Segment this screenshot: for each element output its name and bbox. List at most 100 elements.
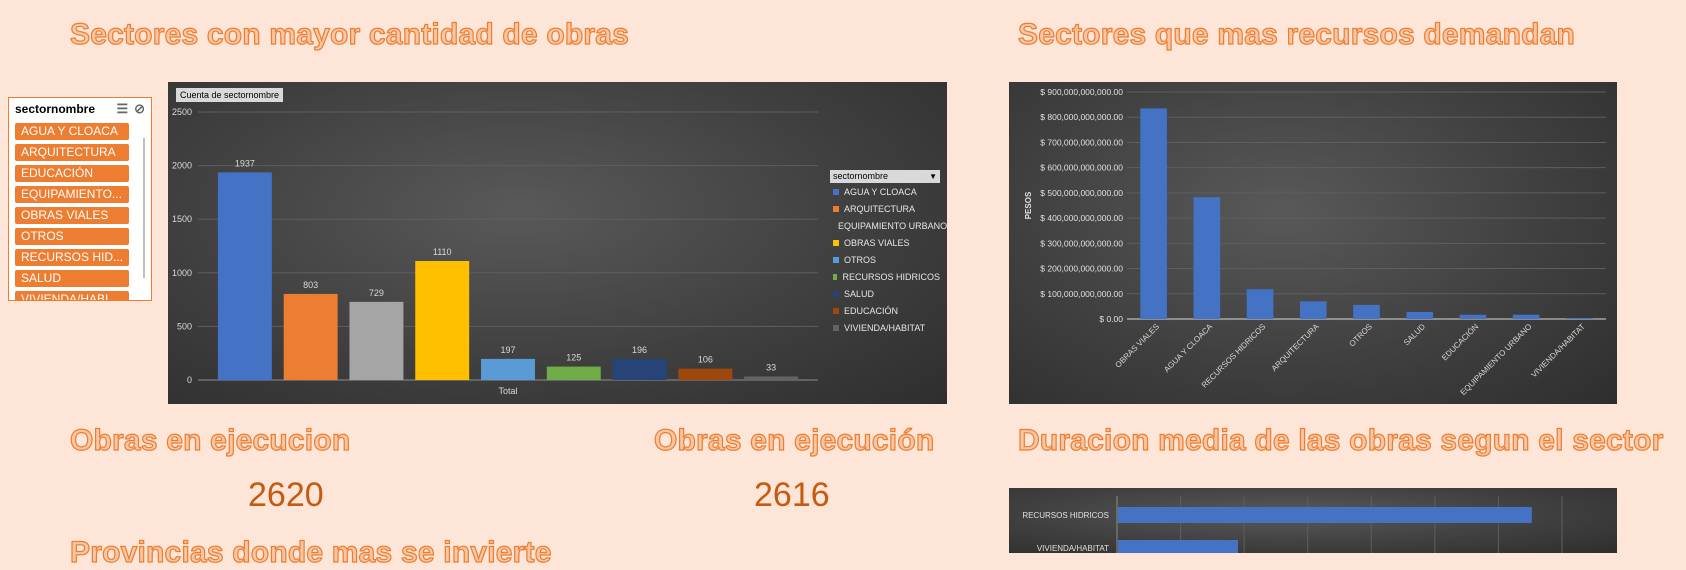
legend-filter-button[interactable]: sectornombre ▼ <box>830 170 940 183</box>
legend-item: VIVIENDA/HABITAT <box>830 319 940 336</box>
category-label: AGUA Y CLOACA <box>1162 322 1215 375</box>
slicer-item[interactable]: EQUIPAMIENTO... <box>15 186 129 203</box>
legend-item: RECURSOS HIDRICOS <box>830 268 940 285</box>
y-tick-label: $ 200,000,000,000.00 <box>1040 264 1123 274</box>
bar <box>1246 289 1274 319</box>
y-tick-label: $ 100,000,000,000.00 <box>1040 289 1123 299</box>
category-label: RECURSOS HIDRICOS <box>1022 511 1109 520</box>
bar <box>283 293 338 380</box>
y-axis-label: PESOS <box>1024 191 1033 219</box>
y-tick-label: $ 400,000,000,000.00 <box>1040 213 1123 223</box>
slicer-header: sectornombre ☰ ⊘ <box>9 98 151 120</box>
legend-item: OTROS <box>830 251 940 268</box>
y-tick-label: 2000 <box>172 161 192 171</box>
bar <box>1140 108 1167 319</box>
slicer-item[interactable]: OBRAS VIALES <box>15 207 129 224</box>
data-label: 1937 <box>235 158 255 168</box>
legend-item: AGUA Y CLOACA <box>830 183 940 200</box>
chart-sector-count[interactable]: Cuenta de sectornombre 0 500 1000 1500 2000 2… <box>168 82 947 404</box>
slicer-item[interactable]: ARQUITECTURA <box>15 144 129 161</box>
legend-swatch <box>833 188 839 195</box>
y-tick-label: $ 600,000,000,000.00 <box>1040 163 1123 173</box>
bar <box>744 376 799 380</box>
legend-label: OBRAS VIALES <box>844 237 910 248</box>
legend-label: AGUA Y CLOACA <box>844 186 917 197</box>
slicer-item[interactable]: OTROS <box>15 228 129 245</box>
data-label: 1110 <box>433 247 452 257</box>
chart-duration[interactable]: RECURSOS HIDRICOS VIVIENDA/HABITAT <box>1009 488 1617 553</box>
y-tick-label: $ 700,000,000,000.00 <box>1040 137 1123 147</box>
slicer-item[interactable]: RECURSOS HID... <box>15 249 129 266</box>
data-label: 197 <box>500 345 515 355</box>
slicer-scrollbar[interactable] <box>143 138 145 278</box>
slicer-item[interactable]: AGUA Y CLOACA <box>15 123 129 140</box>
data-label: 803 <box>303 280 318 290</box>
title-provincias: Provincias donde mas se invierte <box>69 535 552 569</box>
title-ejecucion-2: Obras en ejecución <box>653 423 935 457</box>
legend-swatch <box>833 205 839 212</box>
legend-label: EDUCACIÓN <box>844 305 899 316</box>
y-tick-label: $ 800,000,000,000.00 <box>1040 112 1123 122</box>
category-label: ARQUITECTURA <box>1270 322 1321 373</box>
bar <box>678 368 733 380</box>
legend-swatch <box>833 273 838 280</box>
chart-sector-resources-svg: $ 0.00 $ 100,000,000,000.00 $ 200,000,000,… <box>1024 87 1606 397</box>
bar <box>349 301 404 380</box>
title-sector-recursos: Sectores que mas recursos demandan <box>1017 17 1576 51</box>
bar <box>1353 304 1380 319</box>
y-tick-label: 1000 <box>172 268 192 278</box>
category-label: VIVIENDA/HABITAT <box>1529 322 1586 379</box>
legend-swatch <box>833 324 839 331</box>
legend-label: SALUD <box>844 288 875 299</box>
legend-title: sectornombre <box>833 171 889 181</box>
title-sector-obras: Sectores con mayor cantidad de obras <box>69 17 630 51</box>
y-tick-label: 2500 <box>172 107 192 117</box>
sector-slicer[interactable]: sectornombre ☰ ⊘ AGUA Y CLOACA ARQUITECTU… <box>8 97 152 301</box>
legend-label: RECURSOS HIDRICOS <box>842 271 940 282</box>
bar <box>1459 314 1487 319</box>
clear-filter-icon[interactable]: ⊘ <box>134 101 145 117</box>
x-axis-label: Total <box>498 386 517 396</box>
y-tick-label: 1500 <box>172 214 192 224</box>
bar <box>546 366 601 380</box>
category-label: OBRAS VIALES <box>1113 322 1161 370</box>
bar <box>415 261 470 380</box>
bar <box>1406 311 1434 319</box>
dropdown-icon[interactable]: ▼ <box>929 170 937 183</box>
legend-item: OBRAS VIALES <box>830 234 940 251</box>
chart-legend: sectornombre ▼ AGUA Y CLOACA ARQUITECTURA… <box>830 170 947 336</box>
bar <box>612 358 667 380</box>
legend-label: EQUIPAMIENTO URBANO <box>838 220 947 231</box>
y-tick-label: $ 300,000,000,000.00 <box>1040 238 1123 248</box>
bar <box>1512 314 1540 319</box>
category-label: OTROS <box>1347 322 1373 348</box>
y-tick-label: $ 500,000,000,000.00 <box>1040 188 1123 198</box>
slicer-item[interactable]: EDUCACIÓN <box>15 165 129 182</box>
data-label: 33 <box>766 362 776 372</box>
chart-sector-resources[interactable]: $ 0.00 $ 100,000,000,000.00 $ 200,000,000,… <box>1009 82 1617 404</box>
y-tick-label: 500 <box>177 321 192 331</box>
multi-select-icon[interactable]: ☰ <box>116 101 128 117</box>
data-label: 125 <box>566 353 581 363</box>
title-duracion: Duracion media de las obras segun el sec… <box>1017 423 1664 457</box>
legend-swatch <box>833 256 839 263</box>
data-label: 106 <box>698 355 713 365</box>
bar <box>481 358 535 380</box>
legend-swatch <box>833 307 839 314</box>
slicer-item[interactable]: VIVIENDA/HABI... <box>15 291 129 300</box>
slicer-title: sectornombre <box>15 102 96 116</box>
kpi-ejecucion-1: 2620 <box>248 476 324 514</box>
legend-item: SALUD <box>830 285 940 302</box>
title-ejecucion-1: Obras en ejecucion <box>69 423 351 457</box>
category-label: VIVIENDA/HABITAT <box>1037 544 1109 553</box>
y-tick-label: 0 <box>187 375 192 385</box>
bar <box>217 172 272 380</box>
y-tick-label: $ 900,000,000,000.00 <box>1040 87 1123 97</box>
bar <box>1566 317 1593 319</box>
slicer-item[interactable]: SALUD <box>15 270 129 287</box>
bar <box>1118 540 1239 553</box>
legend-label: VIVIENDA/HABITAT <box>844 322 926 333</box>
y-tick-label: $ 0.00 <box>1099 314 1123 324</box>
legend-item: ARQUITECTURA <box>830 200 940 217</box>
chart-duration-svg: RECURSOS HIDRICOS VIVIENDA/HABITAT <box>1022 496 1563 553</box>
